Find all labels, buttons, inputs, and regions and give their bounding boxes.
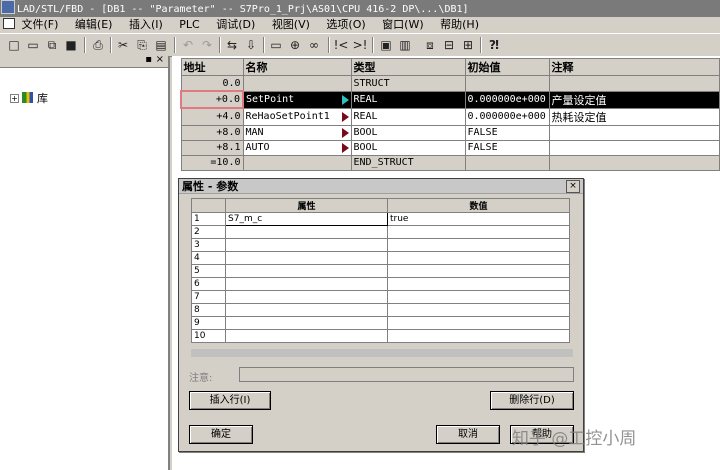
col-attribute: 属性 xyxy=(225,198,388,213)
col-value: 数值 xyxy=(387,198,570,213)
dialog-title: 属性 - 参数 xyxy=(179,179,583,194)
glasses-icon[interactable]: ∞ xyxy=(306,37,322,53)
library-icon xyxy=(22,92,33,103)
table-row[interactable]: 8 xyxy=(191,303,570,317)
table-row[interactable]: +8.0 MAN BOOL FALSE xyxy=(180,124,720,141)
table-row[interactable]: +4.0 ReHaoSetPoint1 REAL 0.000000e+000 热… xyxy=(180,107,720,126)
table-row[interactable]: =10.0 END_STRUCT xyxy=(180,154,720,171)
cut-icon[interactable]: ✂ xyxy=(115,37,131,53)
prev-network-icon[interactable]: !< xyxy=(333,37,349,53)
network-open-icon[interactable]: ⧉ xyxy=(44,37,60,53)
menu-bar: 文件(F) 编辑(E) 插入(I) PLC 调试(D) 视图(V) 选项(O) … xyxy=(0,17,720,33)
open-icon[interactable]: ▭ xyxy=(25,37,41,53)
table-row[interactable]: 2 xyxy=(191,225,570,239)
col-comment: 注释 xyxy=(548,58,720,76)
system-menu-icon[interactable] xyxy=(3,18,15,29)
close-icon[interactable]: × xyxy=(566,180,580,193)
context-help-icon[interactable]: ⁈ xyxy=(486,37,502,53)
tree-item-library[interactable]: 库 xyxy=(37,92,48,105)
properties-header-row: 属性 数值 xyxy=(191,198,570,213)
insert-row-button[interactable]: 插入行(I) xyxy=(189,391,271,410)
properties-table: 属性 数值 1 S7_m_c true 2 3 4 5 6 7 8 9 10 xyxy=(191,198,570,343)
note-field xyxy=(239,367,574,382)
overview-icon[interactable]: ▣ xyxy=(378,37,394,53)
menu-options[interactable]: 选项(O) xyxy=(326,18,365,31)
table-row[interactable]: 9 xyxy=(191,316,570,330)
table-row[interactable]: 5 xyxy=(191,264,570,278)
db-declaration-table: 地址 名称 类型 初始值 注释 0.0 STRUCT +0.0 SetPoint… xyxy=(180,58,720,171)
library-tree: + 库 xyxy=(10,90,48,106)
details-icon[interactable]: ▥ xyxy=(397,37,413,53)
col-name: 名称 xyxy=(242,58,352,76)
menu-edit[interactable]: 编辑(E) xyxy=(75,18,113,31)
tile-icon[interactable]: ⧈ xyxy=(422,37,438,53)
menu-insert[interactable]: 插入(I) xyxy=(129,18,163,31)
menu-help[interactable]: 帮助(H) xyxy=(440,18,479,31)
paste-icon[interactable]: ▤ xyxy=(153,37,169,53)
menu-window[interactable]: 窗口(W) xyxy=(382,18,423,31)
split-icon[interactable]: ⊟ xyxy=(441,37,457,53)
table-header-row: 地址 名称 类型 初始值 注释 xyxy=(180,58,720,76)
copy-icon[interactable]: ⎘ xyxy=(134,37,150,53)
monitor-icon[interactable]: ▭ xyxy=(268,37,284,53)
undo-icon[interactable]: ↶ xyxy=(180,37,196,53)
cancel-button[interactable]: 取消 xyxy=(436,425,500,444)
download-icon[interactable]: ⇩ xyxy=(243,37,259,53)
col-address: 地址 xyxy=(180,58,244,76)
table-row[interactable]: 10 xyxy=(191,329,570,343)
toolbar: □ ▭ ⧉ ■ ⎙ ✂ ⎘ ▤ ↶ ↷ ⇆ ⇩ ▭ ⊕ ∞ !< >! ▣ ▥ … xyxy=(0,33,720,57)
col-initial: 初始值 xyxy=(464,58,550,76)
table-row[interactable]: 1 S7_m_c true xyxy=(191,212,570,226)
delete-row-button[interactable]: 删除行(D) xyxy=(490,391,574,410)
table-row[interactable]: 3 xyxy=(191,238,570,252)
app-icon xyxy=(1,0,15,14)
table-row[interactable]: 0.0 STRUCT xyxy=(180,75,720,92)
marker-flag-icon xyxy=(341,128,349,138)
title-bar: LAD/STL/FBD - [DB1 -- "Parameter" -- S7P… xyxy=(0,0,720,17)
redo-icon[interactable]: ↷ xyxy=(199,37,215,53)
ok-button[interactable]: 确定 xyxy=(189,425,253,444)
pane-close-icon[interactable]: × xyxy=(156,54,164,65)
watermark: 知乎 @工控小周 xyxy=(512,429,637,449)
new-icon[interactable]: □ xyxy=(6,37,22,53)
columns-icon[interactable]: ⊞ xyxy=(460,37,476,53)
table-row[interactable]: 7 xyxy=(191,290,570,304)
next-network-icon[interactable]: >! xyxy=(352,37,368,53)
menu-debug[interactable]: 调试(D) xyxy=(216,18,255,31)
table-gutter xyxy=(191,349,573,357)
pane-float-icon[interactable]: ▪ xyxy=(145,54,152,65)
compare-icon[interactable]: ⇆ xyxy=(224,37,240,53)
zoom-icon[interactable]: ⊕ xyxy=(287,37,303,53)
menu-view[interactable]: 视图(V) xyxy=(272,18,310,31)
pane-header: ▪ × xyxy=(0,54,168,68)
menu-plc[interactable]: PLC xyxy=(179,18,199,31)
save-icon[interactable]: ■ xyxy=(63,37,79,53)
program-elements-pane: ▪ × + 库 xyxy=(0,54,170,470)
col-type: 类型 xyxy=(350,58,466,76)
table-row[interactable]: 4 xyxy=(191,251,570,265)
window-title: LAD/STL/FBD - [DB1 -- "Parameter" -- S7P… xyxy=(17,4,469,15)
marker-flag-icon xyxy=(341,112,349,122)
table-row[interactable]: +8.1 AUTO BOOL FALSE xyxy=(180,139,720,156)
table-row[interactable]: +0.0 SetPoint REAL 0.000000e+000 产量设定值 xyxy=(180,90,720,109)
properties-dialog: 属性 - 参数 × 属性 数值 1 S7_m_c true 2 3 4 5 6 7 … xyxy=(178,178,584,452)
print-icon[interactable]: ⎙ xyxy=(90,37,106,53)
table-row[interactable]: 6 xyxy=(191,277,570,291)
marker-flag-icon xyxy=(341,143,349,153)
menu-file[interactable]: 文件(F) xyxy=(22,18,59,31)
expand-icon[interactable]: + xyxy=(10,94,19,103)
note-label: 注意: xyxy=(189,373,213,384)
marker-flag-icon xyxy=(341,95,349,105)
